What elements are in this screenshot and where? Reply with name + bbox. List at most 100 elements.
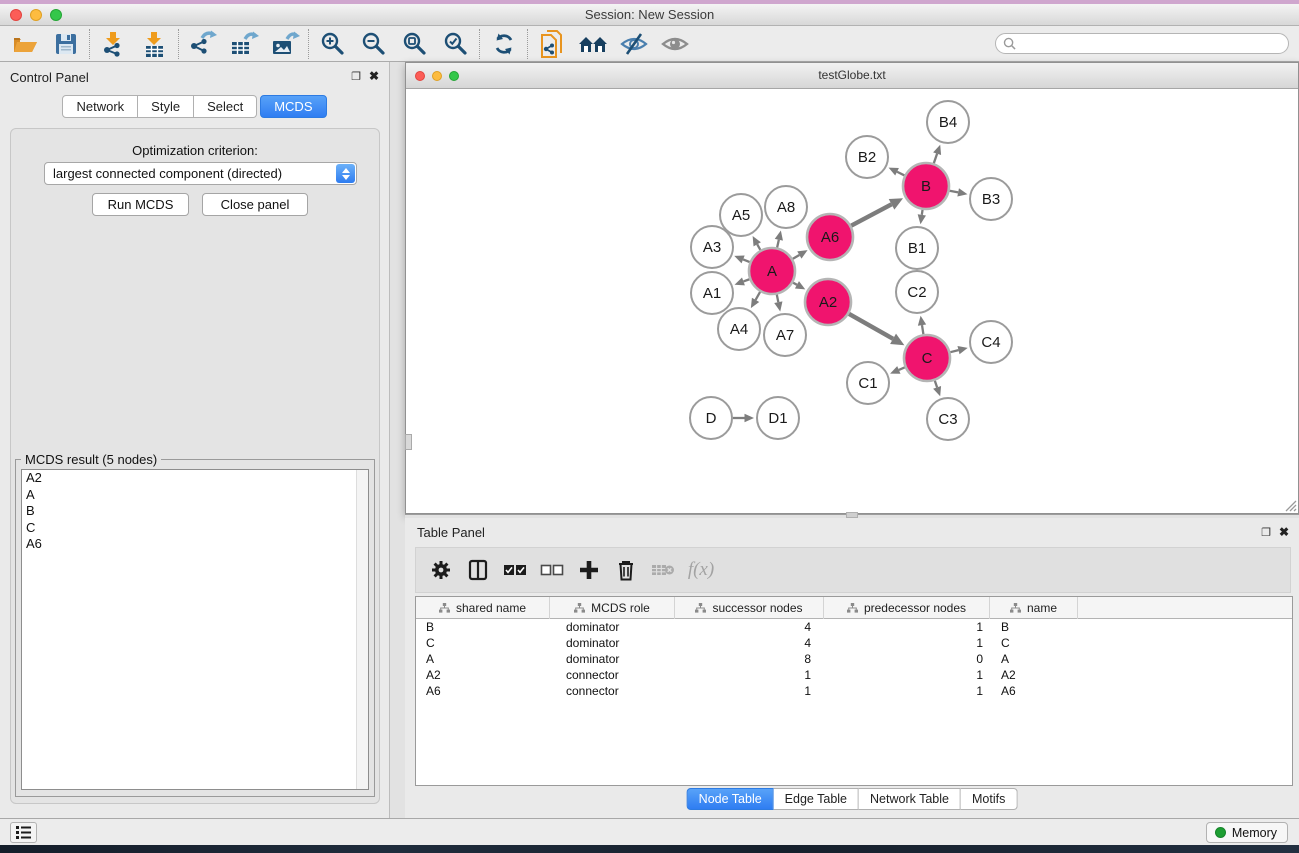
graph-edge-A-A5[interactable] <box>757 244 760 250</box>
table-cell[interactable]: dominator <box>550 619 675 635</box>
graph-edge-B-B3[interactable] <box>950 191 959 193</box>
close-panel-icon[interactable]: ✖ <box>369 69 379 83</box>
memory-button[interactable]: Memory <box>1206 822 1288 843</box>
table-cell[interactable]: A <box>990 651 1078 667</box>
close-window-button[interactable] <box>10 9 22 21</box>
table-cell[interactable]: B <box>416 619 550 635</box>
graph-edge-B-B1[interactable] <box>922 210 923 215</box>
column-header-shared-name[interactable]: shared name <box>416 597 550 619</box>
save-session-button[interactable] <box>45 28 86 60</box>
graph-edge-A-A4[interactable] <box>756 292 761 300</box>
table-cell[interactable] <box>1078 651 1290 667</box>
network-minimize-button[interactable] <box>432 71 442 81</box>
table-cell[interactable]: C <box>990 635 1078 651</box>
table-cell[interactable]: 8 <box>675 651 824 667</box>
export-network-button[interactable] <box>182 28 223 60</box>
export-image-button[interactable] <box>264 28 305 60</box>
float-panel-icon[interactable]: ❐ <box>351 70 361 83</box>
result-scrollbar[interactable] <box>356 470 368 789</box>
maximize-window-button[interactable] <box>50 9 62 21</box>
graph-edge-A-A3[interactable] <box>743 259 750 262</box>
table-row[interactable]: Cdominator41C <box>416 635 1292 651</box>
table-cell[interactable]: 1 <box>824 619 990 635</box>
table-cell[interactable]: dominator <box>550 635 675 651</box>
graph-edge-A2-C[interactable] <box>849 314 893 339</box>
mcds-result-item[interactable]: C <box>22 520 368 537</box>
show-columns-button[interactable] <box>463 554 493 586</box>
home-view-button[interactable] <box>572 28 613 60</box>
zoom-fit-content-button[interactable] <box>394 28 435 60</box>
graph-edge-B-B4[interactable] <box>934 154 937 164</box>
tab-network[interactable]: Network <box>62 95 138 118</box>
graph-edge-A-A1[interactable] <box>743 279 749 281</box>
table-cell[interactable]: 0 <box>824 651 990 667</box>
float-table-panel-icon[interactable]: ❐ <box>1261 526 1271 539</box>
node-table[interactable]: shared nameMCDS rolesuccessor nodesprede… <box>415 596 1293 786</box>
tab-edge-table[interactable]: Edge Table <box>774 788 859 810</box>
table-cell[interactable]: 1 <box>675 683 824 699</box>
table-cell[interactable]: connector <box>550 667 675 683</box>
mcds-result-item[interactable]: B <box>22 503 368 520</box>
tab-motifs[interactable]: Motifs <box>961 788 1017 810</box>
mcds-result-item[interactable]: A2 <box>22 470 368 487</box>
table-cell[interactable]: connector <box>550 683 675 699</box>
graph-edge-C-C2[interactable] <box>922 325 923 334</box>
mcds-result-item[interactable]: A <box>22 487 368 504</box>
table-cell[interactable]: 1 <box>824 683 990 699</box>
zoom-in-button[interactable] <box>312 28 353 60</box>
tab-network-table[interactable]: Network Table <box>859 788 961 810</box>
zoom-selected-region-button[interactable] <box>435 28 476 60</box>
export-table-button[interactable] <box>223 28 264 60</box>
table-cell[interactable]: A6 <box>990 683 1078 699</box>
share-document-button[interactable] <box>531 28 572 60</box>
table-cell[interactable]: A6 <box>416 683 550 699</box>
graph-edge-A6-B[interactable] <box>851 204 891 225</box>
show-graphics-details-button[interactable] <box>654 28 695 60</box>
table-cell[interactable] <box>1078 683 1290 699</box>
dropdown-stepper-icon[interactable] <box>336 164 355 183</box>
table-cell[interactable]: dominator <box>550 651 675 667</box>
graph-edge-A-A6[interactable] <box>793 255 800 259</box>
graph-edge-C-C4[interactable] <box>950 350 958 352</box>
table-cell[interactable]: 1 <box>824 635 990 651</box>
column-header-predecessor-nodes[interactable]: predecessor nodes <box>824 597 990 619</box>
column-header-successor-nodes[interactable]: successor nodes <box>675 597 824 619</box>
network-maximize-button[interactable] <box>449 71 459 81</box>
search-input[interactable] <box>1020 36 1288 52</box>
hide-graphics-details-button[interactable] <box>613 28 654 60</box>
table-cell[interactable]: B <box>990 619 1078 635</box>
close-panel-button[interactable]: Close panel <box>202 193 308 216</box>
network-window-titlebar[interactable]: testGlobe.txt <box>406 63 1298 89</box>
open-file-button[interactable] <box>4 28 45 60</box>
mcds-result-list[interactable]: A2ABCA6 <box>21 469 369 790</box>
select-all-rows-button[interactable] <box>500 554 530 586</box>
graph-edge-B-B2[interactable] <box>897 172 904 176</box>
table-cell[interactable]: 1 <box>675 667 824 683</box>
import-table-button[interactable] <box>134 28 175 60</box>
close-table-panel-icon[interactable]: ✖ <box>1279 525 1289 539</box>
table-cell[interactable] <box>1078 635 1290 651</box>
network-close-button[interactable] <box>415 71 425 81</box>
table-cell[interactable]: A2 <box>416 667 550 683</box>
deselect-all-rows-button[interactable] <box>537 554 567 586</box>
table-cell[interactable]: A2 <box>990 667 1078 683</box>
table-mode-gear-button[interactable] <box>426 554 456 586</box>
table-cell[interactable] <box>1078 667 1290 683</box>
tab-style[interactable]: Style <box>138 95 194 118</box>
table-cell[interactable]: C <box>416 635 550 651</box>
create-column-button[interactable] <box>574 554 604 586</box>
table-cell[interactable] <box>1078 619 1290 635</box>
table-cell[interactable]: 4 <box>675 619 824 635</box>
refresh-view-button[interactable] <box>483 28 524 60</box>
run-mcds-button[interactable]: Run MCDS <box>92 193 189 216</box>
network-canvas[interactable]: B4B2BB3A5A8A6A3B1AA1C2A2A4A7C4CC1C3DD1 <box>406 89 1298 513</box>
table-row[interactable]: A2connector11A2 <box>416 667 1292 683</box>
show-log-button[interactable] <box>10 822 37 843</box>
splitter-handle[interactable] <box>405 434 412 450</box>
mcds-result-item[interactable]: A6 <box>22 536 368 553</box>
graph-edge-A-A8[interactable] <box>777 240 779 248</box>
delete-columns-button[interactable] <box>611 554 641 586</box>
graph-edge-A-A7[interactable] <box>777 295 779 303</box>
minimize-window-button[interactable] <box>30 9 42 21</box>
table-cell[interactable]: A <box>416 651 550 667</box>
